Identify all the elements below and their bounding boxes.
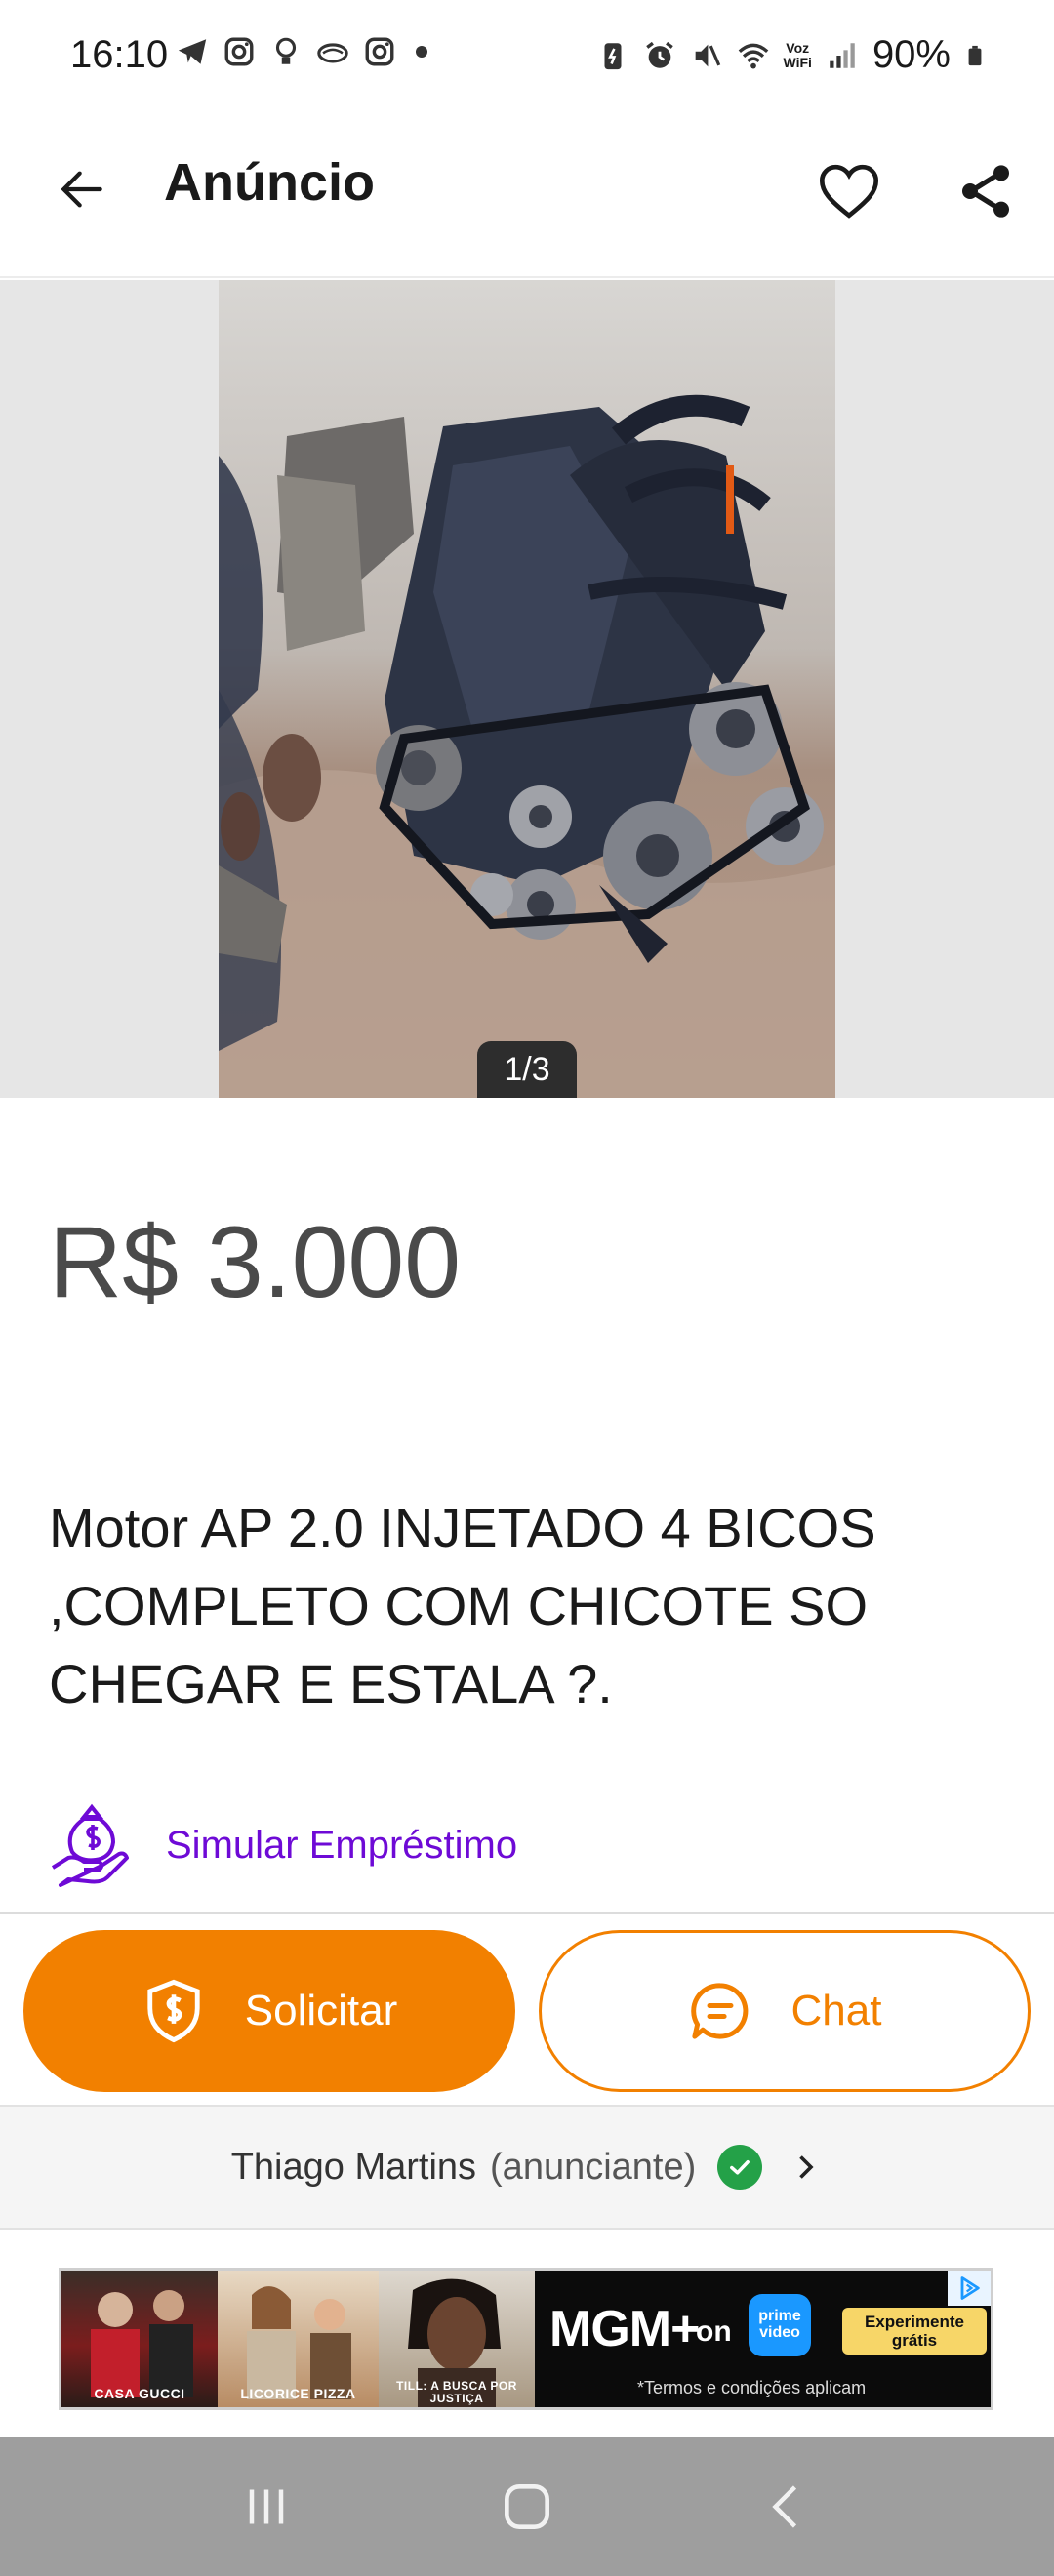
ad-banner[interactable]: CASA GUCCI LICORICE PIZZA TILL: A BUSCA … xyxy=(59,2268,993,2410)
shield-dollar-icon xyxy=(147,1979,200,2043)
arrow-back-icon xyxy=(61,171,102,208)
ad-brand: MGM+ xyxy=(549,2301,700,2357)
ad-poster-3: TILL: A BUSCA POR JUSTIÇA xyxy=(379,2271,535,2407)
photo-gallery[interactable]: 1/3 xyxy=(0,280,1054,1098)
mute-icon xyxy=(695,44,720,66)
system-icons: Voz WiFi 90% xyxy=(596,33,986,77)
wifi-label: WiFi xyxy=(783,54,812,70)
action-bar: Solicitar Chat xyxy=(0,1912,1054,2103)
battery-percent: 90% xyxy=(872,33,951,76)
listing-photo[interactable] xyxy=(219,280,835,1098)
request-button-label: Solicitar xyxy=(244,1987,398,2034)
volte-indicator: Voz WiFi xyxy=(783,39,812,70)
ad-on-text: on xyxy=(696,2315,732,2348)
back-button[interactable] xyxy=(47,154,117,224)
chevron-left-icon xyxy=(771,2485,796,2528)
system-back-button[interactable] xyxy=(729,2458,846,2556)
instagram-icon xyxy=(224,37,254,66)
share-button[interactable] xyxy=(949,154,1023,228)
request-button[interactable]: Solicitar xyxy=(23,1930,515,2092)
alarm-icon xyxy=(645,41,673,68)
battery-icon xyxy=(968,45,982,65)
chat-button-label: Chat xyxy=(790,1987,882,2034)
ad-poster-3-caption: TILL: A BUSCA POR JUSTIÇA xyxy=(396,2379,517,2405)
share-icon xyxy=(962,165,1009,218)
signal-icon xyxy=(830,42,855,68)
system-navigation-bar xyxy=(0,2437,1054,2576)
recent-apps-button[interactable] xyxy=(208,2458,325,2556)
engine-photo-illustration xyxy=(219,280,835,1098)
home-icon xyxy=(504,2484,549,2529)
ad-poster-2: LICORICE PIZZA xyxy=(218,2271,379,2407)
ad-cta-button[interactable]: Experimente grátis xyxy=(842,2308,987,2355)
chat-bubble-icon xyxy=(690,1983,748,2039)
chat-button[interactable]: Chat xyxy=(539,1930,1031,2092)
notification-icons xyxy=(176,35,427,68)
more-notifications-dot xyxy=(416,46,427,58)
ad-terms: *Termos e condições aplicam xyxy=(637,2378,867,2397)
wifi-icon xyxy=(738,43,768,68)
recent-apps-icon xyxy=(250,2489,284,2524)
app-bar: Anúncio xyxy=(0,107,1054,278)
battery-saver-icon xyxy=(604,42,622,69)
page-title: Anúncio xyxy=(164,153,375,212)
cloud-icon xyxy=(317,43,348,63)
favorite-button[interactable] xyxy=(812,154,886,228)
seller-role: (anunciante) xyxy=(490,2146,697,2188)
seller-name: Thiago Martins xyxy=(230,2146,477,2188)
voz-label: Voz xyxy=(786,39,810,56)
photo-counter: 1/3 xyxy=(477,1041,577,1098)
money-bag-hand-icon xyxy=(51,1803,129,1887)
listing-price: R$ 3.000 xyxy=(49,1206,462,1319)
simulate-loan-label: Simular Empréstimo xyxy=(166,1823,518,1867)
ad-poster-1-caption: CASA GUCCI xyxy=(94,2386,185,2401)
status-time: 16:10 xyxy=(70,33,169,76)
heart-icon xyxy=(819,164,879,219)
lightbulb-icon xyxy=(275,37,297,64)
instagram-icon-2 xyxy=(365,37,394,66)
adchoices-icon[interactable] xyxy=(948,2271,991,2306)
ad-poster-1: CASA GUCCI xyxy=(61,2271,218,2407)
telegram-icon xyxy=(178,39,207,64)
listing-title: Motor AP 2.0 INJETADO 4 BICOS ,COMPLETO … xyxy=(49,1497,876,1714)
verified-check-icon xyxy=(717,2145,763,2190)
chevron-right-icon xyxy=(799,2155,814,2179)
status-bar: 16:10 Voz WiFi 90% xyxy=(0,0,1054,107)
simulate-loan-link[interactable]: Simular Empréstimo xyxy=(49,1801,517,1889)
ad-poster-2-caption: LICORICE PIZZA xyxy=(240,2386,356,2401)
home-button[interactable] xyxy=(468,2458,586,2556)
prime-video-logo: prime video xyxy=(749,2294,811,2356)
seller-info-bar[interactable]: Thiago Martins (anunciante) xyxy=(0,2105,1054,2230)
